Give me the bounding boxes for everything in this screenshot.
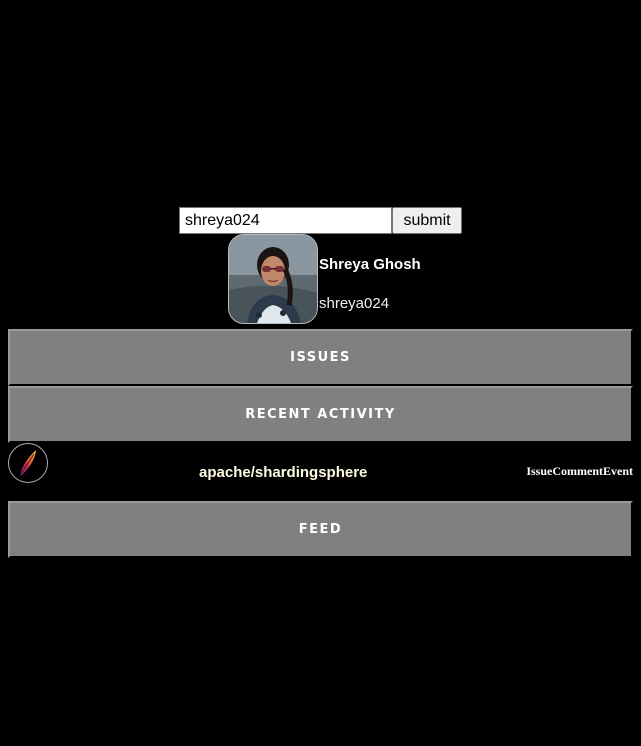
submit-button[interactable]: submit <box>392 207 462 234</box>
avatar-image <box>229 235 317 323</box>
profile-login: shreya024 <box>319 295 390 312</box>
feather-icon <box>8 443 48 483</box>
user-profile: Shreya Ghosh shreya024 <box>228 234 421 324</box>
recent-activity-button[interactable]: RECENT ACTIVITY <box>8 386 633 443</box>
avatar <box>228 234 318 324</box>
profile-name: Shreya Ghosh <box>319 256 421 273</box>
activity-item: apache/shardingsphere IssueCommentEvent <box>8 443 633 483</box>
issues-button[interactable]: ISSUES <box>8 329 633 386</box>
search-bar: submit <box>179 207 462 234</box>
page: submit Shreya Ghosh shreya <box>0 0 641 746</box>
event-type: IssueCommentEvent <box>526 464 633 478</box>
feed-button[interactable]: FEED <box>8 501 633 558</box>
repo-name[interactable]: apache/shardingsphere <box>199 464 367 481</box>
username-input[interactable] <box>179 207 392 234</box>
profile-info: Shreya Ghosh shreya024 <box>318 234 421 324</box>
